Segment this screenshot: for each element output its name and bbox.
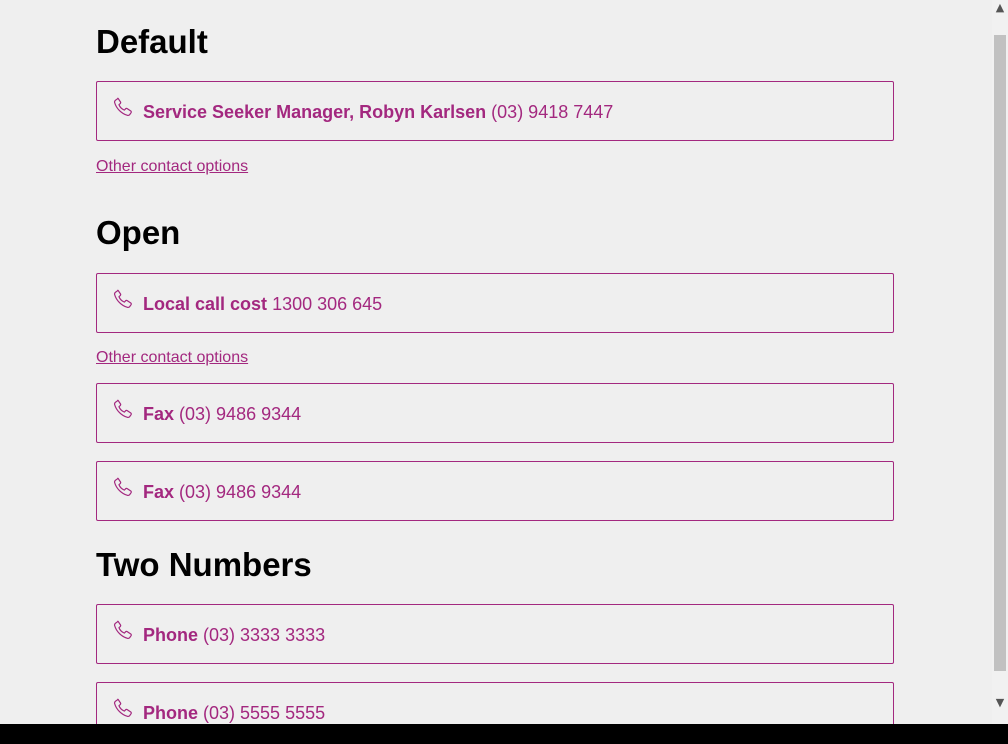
contact-number: (03) 9418 7447	[486, 102, 614, 122]
contact-text: Phone (03) 3333 3333	[143, 625, 325, 646]
scroll-up-arrow-icon[interactable]: ▲	[992, 0, 1008, 16]
vertical-scrollbar[interactable]: ▲ ▼	[992, 0, 1008, 724]
contact-text: Fax (03) 9486 9344	[143, 404, 301, 425]
contact-number: (03) 9486 9344	[174, 482, 302, 502]
other-contact-options-link[interactable]: Other contact options	[96, 349, 248, 367]
contact-label: Fax	[143, 404, 175, 424]
phone-icon	[113, 289, 132, 309]
phone-icon	[113, 97, 132, 117]
contact-label: Local call cost	[143, 294, 268, 314]
page-content: Default Service Seeker Manager, Robyn Ka…	[0, 0, 992, 724]
phone-icon	[113, 620, 132, 640]
scroll-down-arrow-icon[interactable]: ▼	[992, 695, 1008, 711]
section-title-open: Open	[96, 214, 181, 251]
contact-number: (03) 9486 9344	[174, 404, 302, 424]
contact-text: Service Seeker Manager, Robyn Karlsen (0…	[143, 102, 613, 123]
contact-label: Phone	[143, 703, 199, 723]
contact-button-phone[interactable]: Phone (03) 3333 3333	[96, 604, 894, 664]
contact-label: Fax	[143, 482, 175, 502]
contact-number: (03) 5555 5555	[198, 703, 326, 723]
contact-number: 1300 306 645	[267, 294, 383, 314]
section-title-two-numbers: Two Numbers	[96, 546, 312, 583]
scrollbar-thumb[interactable]	[994, 35, 1006, 671]
contact-label: Phone	[143, 625, 199, 645]
other-contact-options-link[interactable]: Other contact options	[96, 158, 248, 176]
contact-text: Phone (03) 5555 5555	[143, 703, 325, 724]
contact-text: Fax (03) 9486 9344	[143, 482, 301, 503]
phone-icon	[113, 477, 132, 497]
contact-button-local-call[interactable]: Local call cost 1300 306 645	[96, 273, 894, 333]
contact-text: Local call cost 1300 306 645	[143, 294, 382, 315]
bottom-bar	[0, 724, 1008, 744]
contact-label: Service Seeker Manager, Robyn Karlsen	[143, 102, 487, 122]
contact-button-fax[interactable]: Fax (03) 9486 9344	[96, 461, 894, 521]
phone-icon	[113, 399, 132, 419]
contact-button-service-seeker-manager[interactable]: Service Seeker Manager, Robyn Karlsen (0…	[96, 81, 894, 141]
contact-number: (03) 3333 3333	[198, 625, 326, 645]
contact-button-fax[interactable]: Fax (03) 9486 9344	[96, 383, 894, 443]
section-title-default: Default	[96, 23, 208, 60]
phone-icon	[113, 698, 132, 718]
contact-button-phone[interactable]: Phone (03) 5555 5555	[96, 682, 894, 724]
